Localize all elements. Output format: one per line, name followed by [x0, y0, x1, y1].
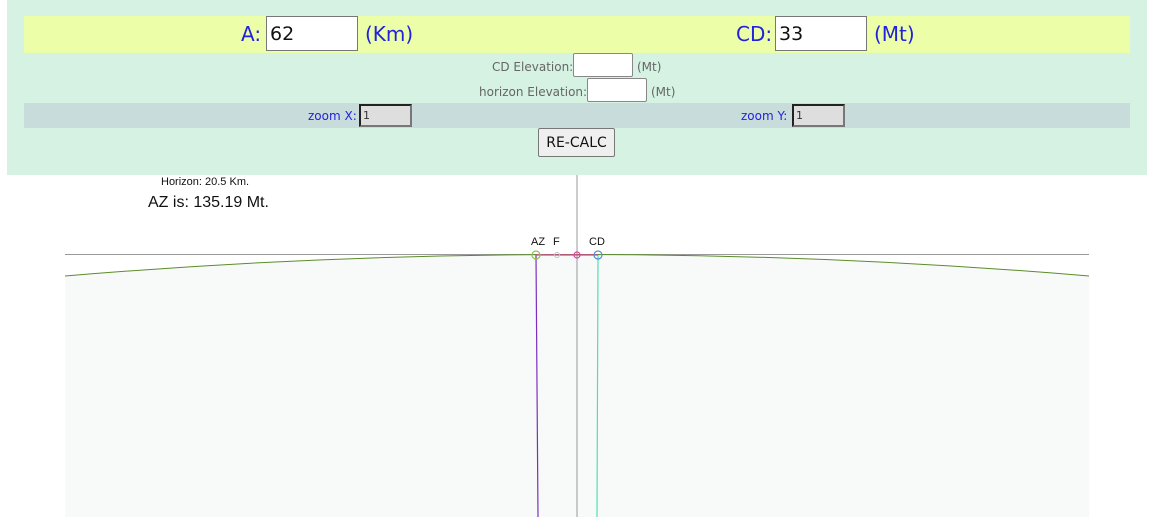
az-sightline [535, 254, 539, 517]
cd-elevation-unit: (Mt) [637, 60, 662, 74]
cd-elevation-label: CD Elevation: [492, 60, 574, 74]
cd-label: CD: [736, 22, 773, 46]
a-unit-label: (Km) [365, 22, 414, 46]
az-point-label: AZ [531, 236, 545, 248]
cd-unit-label: (Mt) [874, 22, 915, 46]
horizon-elevation-input[interactable] [587, 78, 647, 102]
a-label: A: [241, 22, 262, 46]
recalc-button[interactable]: RE-CALC [538, 128, 615, 157]
a-input[interactable] [266, 16, 358, 51]
horizon-elevation-unit: (Mt) [651, 85, 676, 99]
midpoint-marker [573, 251, 581, 259]
cd-sightline [596, 254, 599, 517]
horizon-elevation-label: horizon Elevation: [479, 85, 588, 99]
cd-point-marker [593, 250, 603, 260]
horizon-distance-text: Horizon: 20.5 Km. [161, 176, 250, 188]
cd-elevation-input[interactable] [573, 53, 633, 77]
zoom-x-input[interactable] [359, 104, 412, 127]
az-result-text: AZ is: 135.19 Mt. [148, 194, 269, 211]
zoom-y-label: zoom Y: [741, 109, 788, 123]
cd-point-label: CD [589, 236, 605, 248]
zoom-x-label: zoom X: [308, 109, 357, 123]
earth-surface-fill [65, 254, 1089, 517]
main-input-row: A: (Km) CD: (Mt) [24, 16, 1130, 53]
az-point-marker [531, 250, 541, 260]
earth-curve [64, 254, 1090, 277]
f-point-label: F [553, 236, 560, 248]
zoom-row: zoom X: zoom Y: [24, 103, 1130, 128]
input-panel: A: (Km) CD: (Mt) CD Elevation: (Mt) hori… [7, 0, 1147, 175]
zoom-y-input[interactable] [792, 104, 845, 127]
cd-input[interactable] [775, 16, 867, 51]
f-point-marker [554, 252, 560, 258]
